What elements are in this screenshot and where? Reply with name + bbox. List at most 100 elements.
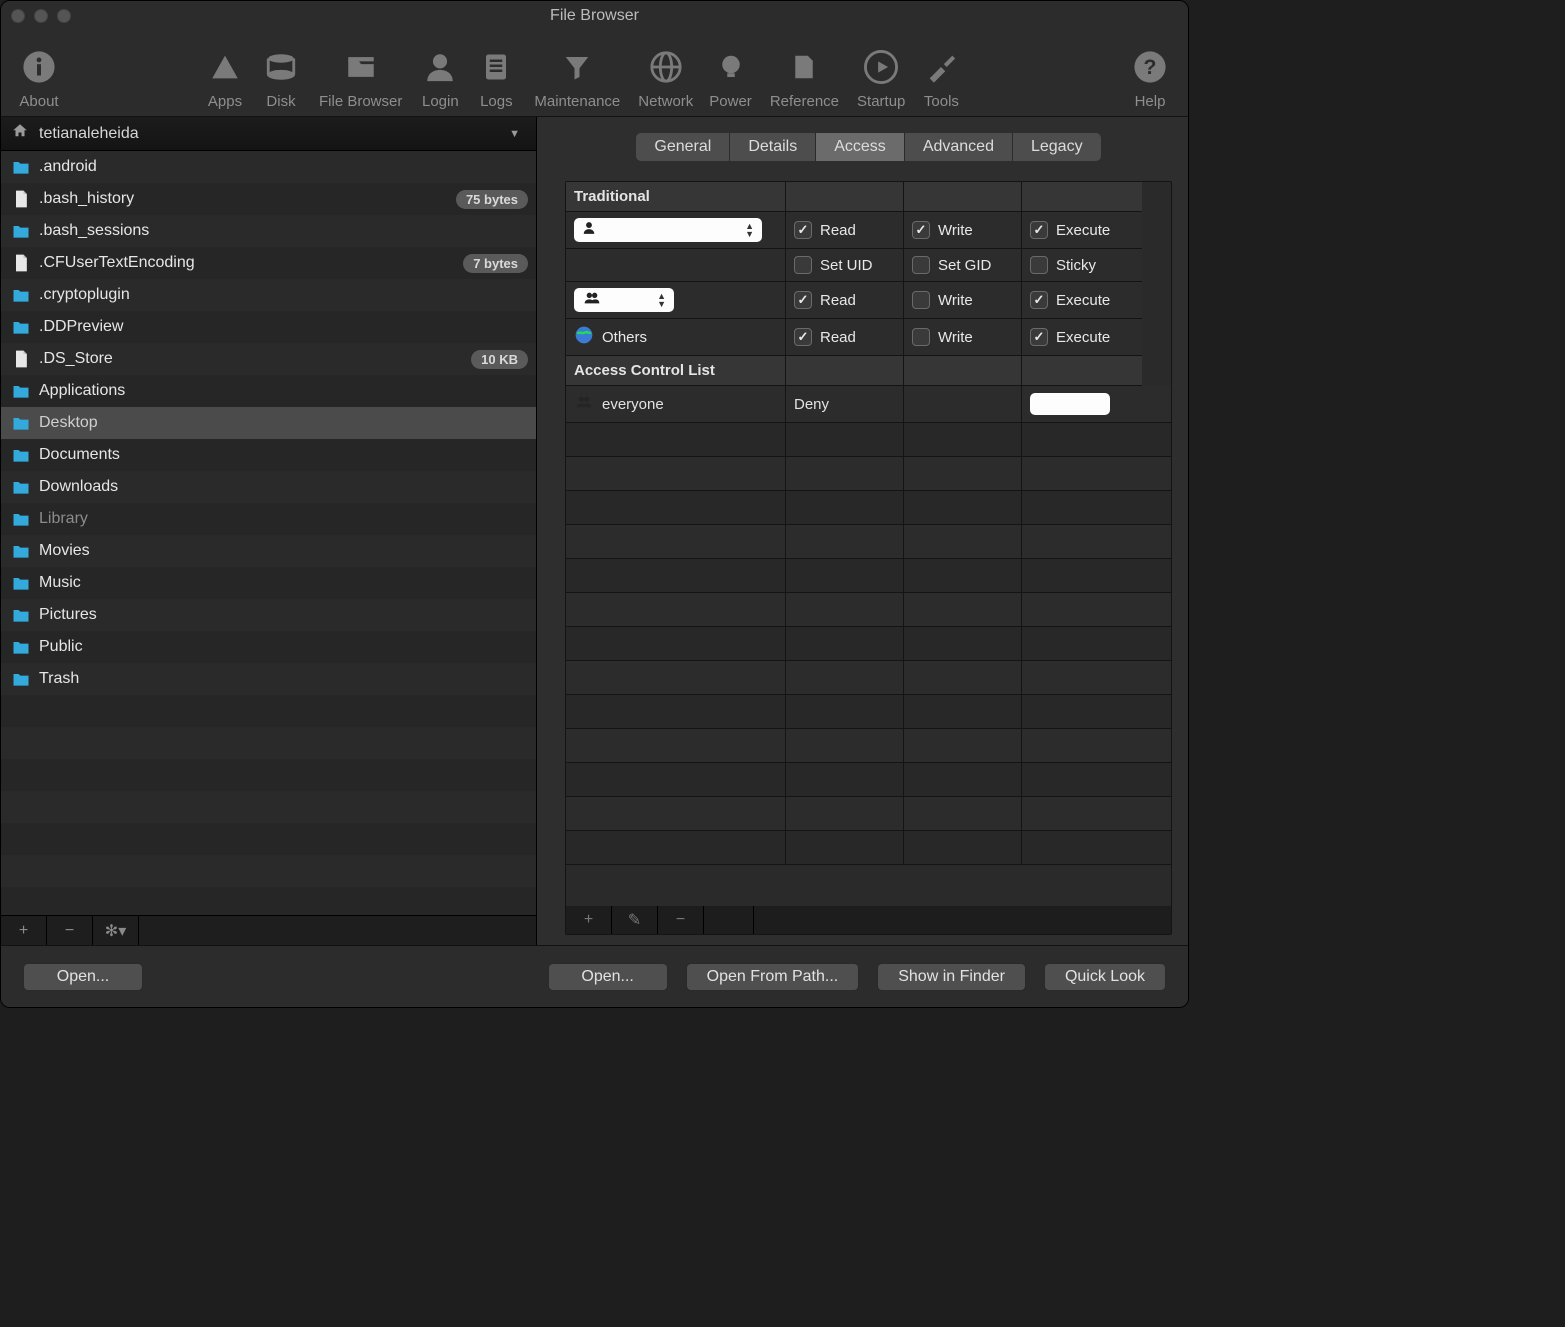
- owner-dropdown[interactable]: ▲▼: [574, 218, 762, 242]
- acl-row-empty: [566, 627, 1171, 661]
- file-row[interactable]: .CFUserTextEncoding7 bytes: [1, 247, 536, 279]
- disk-button[interactable]: Disk: [253, 47, 309, 110]
- path-dropdown[interactable]: tetianaleheida ▼: [1, 117, 536, 151]
- user-icon: [420, 47, 460, 87]
- others-write-cell[interactable]: Write: [904, 319, 1022, 356]
- acl-row-empty: [566, 661, 1171, 695]
- setuid-cell[interactable]: Set UID: [786, 249, 904, 282]
- owner-read-cell[interactable]: Read: [786, 212, 904, 249]
- acl-row-empty: [566, 525, 1171, 559]
- startup-button[interactable]: Startup: [849, 47, 913, 110]
- file-name: Downloads: [39, 478, 528, 496]
- file-row[interactable]: Movies: [1, 535, 536, 567]
- group-dropdown-cell: ▲▼: [566, 282, 786, 319]
- file-row[interactable]: Trash: [1, 663, 536, 695]
- tab-general[interactable]: General: [636, 133, 730, 161]
- tab-access[interactable]: Access: [816, 133, 905, 161]
- reference-button[interactable]: Reference: [760, 47, 849, 110]
- gear-icon: ✻▾: [105, 921, 126, 941]
- help-button[interactable]: ? Help: [1122, 47, 1178, 110]
- folder-icon: [11, 669, 31, 689]
- folder-icon: [11, 413, 31, 433]
- reference-label: Reference: [770, 93, 839, 110]
- group-dropdown[interactable]: ▲▼: [574, 288, 674, 312]
- group-write-cell[interactable]: Write: [904, 282, 1022, 319]
- sticky-cell[interactable]: Sticky: [1022, 249, 1142, 282]
- checkbox-icon: [912, 256, 930, 274]
- file-name: Documents: [39, 446, 528, 464]
- others-read-cell[interactable]: Read: [786, 319, 904, 356]
- acl-add-button[interactable]: +: [566, 906, 612, 934]
- folder-icon: [11, 477, 31, 497]
- show-in-finder-button[interactable]: Show in Finder: [877, 963, 1026, 991]
- file-row[interactable]: Applications: [1, 375, 536, 407]
- file-row-empty: [1, 791, 536, 823]
- folder-icon: [11, 381, 31, 401]
- maintenance-button[interactable]: Maintenance: [524, 47, 630, 110]
- file-name: Trash: [39, 670, 528, 688]
- about-button[interactable]: About: [11, 47, 67, 110]
- acl-row[interactable]: everyoneDeny: [566, 386, 1171, 423]
- file-list-panel: tetianaleheida ▼ .android.bash_history75…: [1, 117, 537, 945]
- file-row-empty: [1, 759, 536, 791]
- others-cell: Others: [566, 319, 786, 356]
- login-button[interactable]: Login: [412, 47, 468, 110]
- file-row[interactable]: .android: [1, 151, 536, 183]
- file-row[interactable]: .bash_sessions: [1, 215, 536, 247]
- quick-look-button[interactable]: Quick Look: [1044, 963, 1166, 991]
- file-row[interactable]: Public: [1, 631, 536, 663]
- open-from-path-button[interactable]: Open From Path...: [686, 963, 860, 991]
- file-row[interactable]: .DDPreview: [1, 311, 536, 343]
- file-list-toolbar: + − ✻▾: [1, 915, 536, 945]
- logs-button[interactable]: Logs: [468, 47, 524, 110]
- checkbox-checked-icon: [1030, 328, 1048, 346]
- file-size-badge: 7 bytes: [463, 254, 528, 273]
- open-button-2[interactable]: Open...: [548, 963, 668, 991]
- tab-details[interactable]: Details: [730, 133, 816, 161]
- acl-edit-button[interactable]: ✎: [612, 906, 658, 934]
- apps-button[interactable]: Apps: [197, 47, 253, 110]
- acl-remove-button[interactable]: −: [658, 906, 704, 934]
- acl-row-empty: [566, 729, 1171, 763]
- file-row[interactable]: Music: [1, 567, 536, 599]
- file-row-empty: [1, 855, 536, 887]
- others-execute-cell[interactable]: Execute: [1022, 319, 1142, 356]
- acl-list[interactable]: everyoneDeny: [566, 386, 1171, 906]
- traditional-permissions: Traditional ▲▼ Read Write Execute Set: [566, 182, 1171, 386]
- owner-execute-cell[interactable]: Execute: [1022, 212, 1142, 249]
- apps-label: Apps: [208, 93, 242, 110]
- remove-button[interactable]: −: [47, 916, 93, 945]
- stepper-icon: ▲▼: [745, 222, 754, 238]
- add-button[interactable]: +: [1, 916, 47, 945]
- power-button[interactable]: Power: [701, 47, 760, 110]
- filebrowser-button[interactable]: File Browser: [309, 47, 412, 110]
- file-row[interactable]: Pictures: [1, 599, 536, 631]
- file-row[interactable]: .DS_Store10 KB: [1, 343, 536, 375]
- setgid-cell[interactable]: Set GID: [904, 249, 1022, 282]
- file-row[interactable]: Downloads: [1, 471, 536, 503]
- tab-legacy[interactable]: Legacy: [1013, 133, 1101, 161]
- acl-row-empty: [566, 559, 1171, 593]
- folder-icon: [11, 573, 31, 593]
- folder-icon: [11, 605, 31, 625]
- checkbox-checked-icon: [794, 221, 812, 239]
- file-row[interactable]: Library: [1, 503, 536, 535]
- group-read-cell[interactable]: Read: [786, 282, 904, 319]
- person-icon: [582, 220, 596, 240]
- network-button[interactable]: Network: [630, 47, 701, 110]
- network-label: Network: [638, 93, 693, 110]
- chevron-down-icon: ▼: [509, 128, 520, 140]
- acl-action-button[interactable]: [1030, 393, 1110, 415]
- file-list[interactable]: .android.bash_history75 bytes.bash_sessi…: [1, 151, 536, 915]
- group-execute-cell[interactable]: Execute: [1022, 282, 1142, 319]
- tab-advanced[interactable]: Advanced: [905, 133, 1013, 161]
- file-row[interactable]: .cryptoplugin: [1, 279, 536, 311]
- action-menu-button[interactable]: ✻▾: [93, 916, 139, 945]
- file-row[interactable]: Documents: [1, 439, 536, 471]
- owner-write-cell[interactable]: Write: [904, 212, 1022, 249]
- open-button-1[interactable]: Open...: [23, 963, 143, 991]
- file-row[interactable]: Desktop: [1, 407, 536, 439]
- file-row[interactable]: .bash_history75 bytes: [1, 183, 536, 215]
- acl-row-empty: [566, 763, 1171, 797]
- tools-button[interactable]: Tools: [913, 47, 969, 110]
